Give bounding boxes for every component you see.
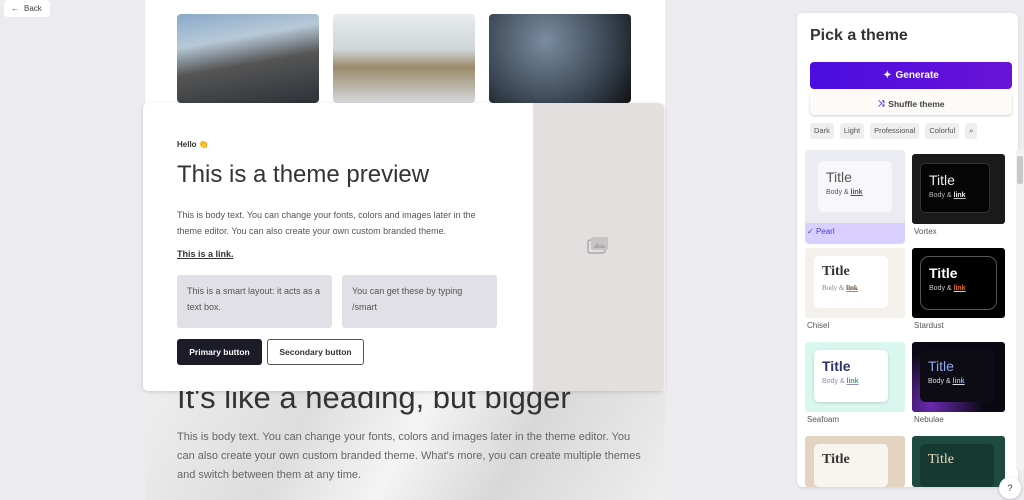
filter-tags: Dark Light Professional Colorful ⌕	[810, 123, 978, 139]
tag-professional[interactable]: Professional	[870, 123, 920, 139]
preview-body: This is body text. You can change your f…	[177, 210, 476, 236]
smart-layout-box: This is a smart layout: it acts as a tex…	[177, 275, 332, 328]
theme-picker-panel: Pick a theme ✦ Generate ⤨ Shuffle theme Da…	[797, 13, 1018, 487]
lower-section: It's like a heading, but bigger This is …	[145, 380, 665, 500]
preview-hello: Hello 👏	[177, 140, 209, 149]
arrow-left-icon: ←	[11, 4, 19, 13]
sparkle-icon: ✦	[883, 70, 892, 81]
preview-link[interactable]: This is a link.	[177, 249, 234, 259]
tag-dark[interactable]: Dark	[810, 123, 834, 139]
image-placeholder	[533, 103, 664, 391]
theme-grid: Title Body & link ✓ Pearl Title Body & lin…	[805, 150, 1010, 487]
search-icon[interactable]: ⌕	[965, 123, 978, 139]
astronaut-image	[333, 14, 475, 103]
secondary-button[interactable]: Secondary button	[267, 339, 364, 365]
night-sky-image	[489, 14, 631, 103]
image-icon	[587, 237, 608, 254]
theme-nebulae[interactable]: Title Body & link Nebulae	[912, 342, 1010, 436]
generate-button[interactable]: ✦ Generate	[810, 62, 1012, 89]
back-button[interactable]: ← Back	[4, 0, 50, 17]
shuffle-theme-button[interactable]: ⤨ Shuffle theme	[810, 92, 1012, 115]
tag-light[interactable]: Light	[839, 123, 865, 139]
primary-button[interactable]: Primary button	[177, 339, 262, 365]
theme-card[interactable]: Title	[805, 436, 905, 487]
check-icon: ✓	[807, 227, 816, 236]
shuffle-icon: ⤨	[877, 98, 885, 108]
body-text: This is body text. You can change your f…	[177, 431, 641, 481]
scrollbar-thumb[interactable]	[1017, 156, 1023, 184]
theme-card[interactable]: Title	[912, 436, 1010, 487]
smart-layout-box: You can get these by typing /smart	[342, 275, 497, 328]
theme-stardust[interactable]: Title Body & link Stardust	[912, 248, 1010, 342]
theme-seafoam[interactable]: Title Body & link Seafoam	[805, 342, 905, 436]
tag-colorful[interactable]: Colorful	[925, 123, 960, 139]
theme-list-scrollbar[interactable]	[1016, 150, 1024, 470]
preview-title: This is a theme preview	[177, 161, 430, 188]
theme-chisel[interactable]: Title Body & link Chisel	[805, 248, 905, 342]
mountain-image	[177, 14, 319, 103]
panel-title: Pick a theme	[810, 27, 908, 44]
theme-pearl[interactable]: Title Body & link ✓ Pearl	[805, 150, 905, 244]
help-button[interactable]: ?	[999, 477, 1021, 499]
theme-preview-card: Hello 👏 This is a theme preview This is …	[143, 103, 664, 391]
theme-vortex[interactable]: Title Body & link Vortex	[912, 154, 1010, 248]
